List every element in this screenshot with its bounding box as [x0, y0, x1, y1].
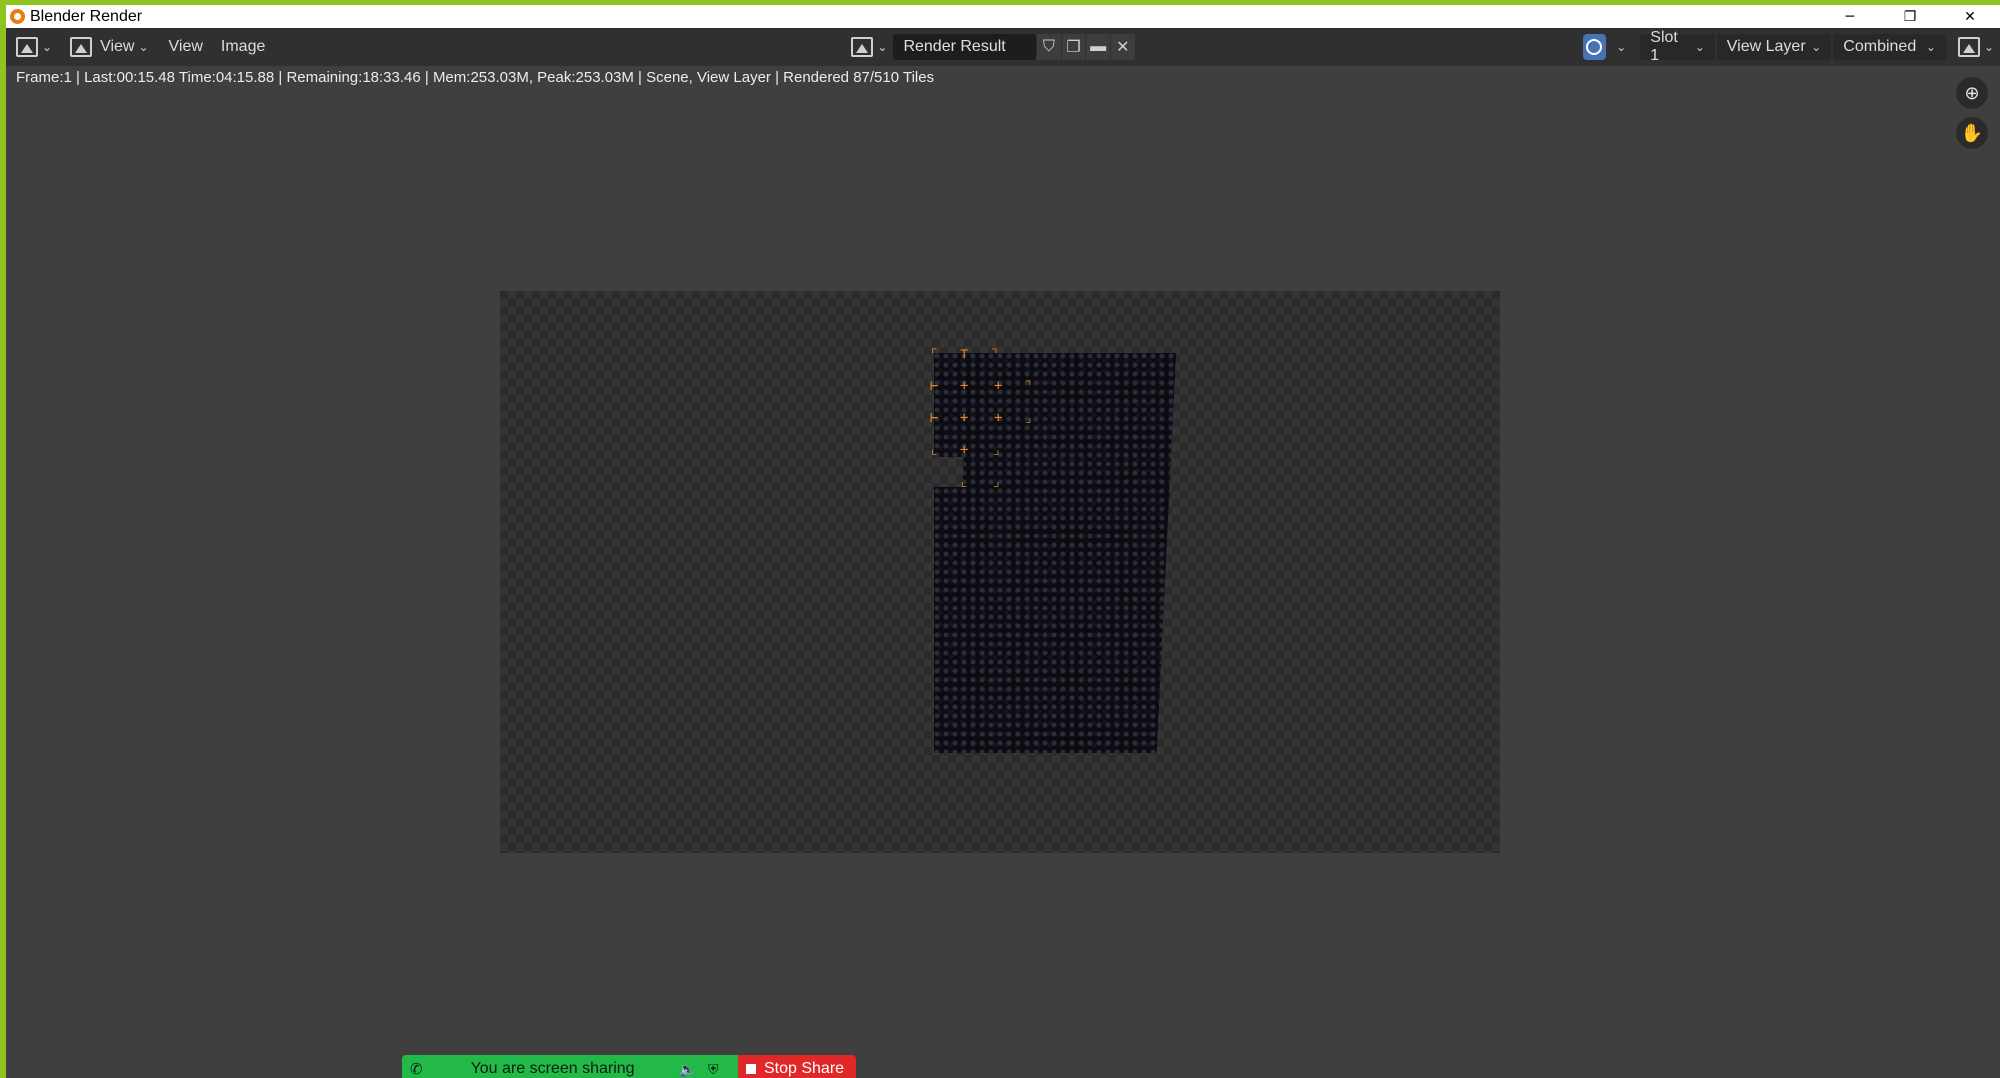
image-browse-icon	[851, 37, 874, 57]
chevron-down-icon: ⌄	[1811, 40, 1822, 54]
tile-marker: ⌟	[992, 442, 1001, 458]
tile-marker: ⌝	[990, 346, 999, 362]
tile-marker: ⌟	[992, 474, 1001, 490]
tile-marker: +	[994, 378, 1003, 394]
stop-share-button[interactable]: Stop Share	[738, 1055, 856, 1078]
render-pass-label: Combined	[1843, 38, 1917, 55]
image-editor-header: ⌄ View ⌄ View Image ⌄ Render Result ⛉ ❐ …	[6, 28, 2000, 66]
blender-window: Blender Render ─ ❐ ✕ ⌄ View ⌄ View Image…	[6, 5, 2000, 1078]
slot-dropdown[interactable]: Slot 1 ⌄	[1640, 29, 1715, 64]
image-view-icon	[70, 37, 93, 57]
chevron-down-icon: ⌄	[138, 40, 149, 54]
render-info-text: Frame:1 | Last:00:15.48 Time:04:15.88 | …	[16, 69, 935, 86]
slot-label: Slot 1	[1650, 29, 1678, 64]
tile-marker: +	[960, 378, 969, 394]
display-channels-button[interactable]: ⌄	[1952, 34, 2000, 60]
tile-marker: +	[960, 410, 969, 426]
window-controls: ─ ❐ ✕	[1820, 5, 2000, 28]
view-mode-dropdown[interactable]: View ⌄	[64, 34, 154, 60]
tile-marker: ⌟	[1024, 410, 1033, 426]
chevron-down-icon: ⌄	[1925, 40, 1936, 54]
close-button[interactable]: ✕	[1940, 5, 2000, 28]
chevron-down-icon: ⌄	[1616, 40, 1627, 54]
render-canvas[interactable]: ⌜ ⊤ ⌝ ⊢ + + ⌝ ⊢ + + ⌟ ⌞ + ⌟ ⌞ ⌟	[500, 291, 1500, 853]
view-mode-label: View	[100, 38, 135, 55]
image-name-field[interactable]: Render Result	[893, 34, 1037, 60]
render-result-image	[934, 353, 1176, 753]
overlay-icon	[1586, 39, 1603, 55]
pan-hand-icon[interactable]: ✋	[1956, 117, 1988, 149]
tile-marker: ⊢	[930, 410, 939, 426]
security-shield-icon[interactable]: ⛨	[708, 1061, 719, 1078]
screen-share-status[interactable]: ✆ You are screen sharing 🔈 ⛨	[402, 1055, 738, 1078]
open-image-folder-icon[interactable]: ▬	[1086, 34, 1110, 60]
display-channels-icon	[1957, 37, 1980, 57]
chevron-down-icon: ⌄	[42, 40, 53, 54]
chevron-down-icon: ⌄	[1694, 40, 1705, 54]
menu-view[interactable]: View	[163, 34, 209, 60]
phone-icon: ✆	[410, 1061, 423, 1078]
duplicate-image-icon[interactable]: ❐	[1061, 34, 1086, 60]
tile-marker: ⊢	[930, 378, 939, 394]
speaker-icon[interactable]: 🔈	[679, 1061, 696, 1078]
render-pass-dropdown[interactable]: Combined ⌄	[1833, 34, 1946, 60]
tile-marker: +	[960, 442, 969, 458]
tile-marker: ⊤	[960, 346, 969, 362]
tile-marker: ⌝	[1024, 378, 1033, 394]
title-bar: Blender Render ─ ❐ ✕	[6, 5, 2000, 28]
stop-square-icon	[746, 1064, 756, 1074]
chevron-down-icon: ⌄	[877, 40, 888, 54]
unlink-image-icon[interactable]: ✕	[1110, 34, 1135, 60]
tile-marker: ⌞	[930, 442, 939, 458]
view-layer-dropdown[interactable]: View Layer ⌄	[1716, 34, 1832, 60]
overlay-options-dropdown[interactable]: ⌄	[1606, 34, 1632, 60]
tile-marker: ⌞	[960, 474, 969, 490]
overlays-toggle-button[interactable]	[1582, 34, 1607, 60]
stop-share-label: Stop Share	[764, 1060, 845, 1077]
image-editor-icon	[16, 37, 38, 57]
chevron-down-icon: ⌄	[1983, 40, 1995, 54]
screen-share-bar: ✆ You are screen sharing 🔈 ⛨ Stop Share	[402, 1055, 856, 1078]
screen-share-message: You are screen sharing	[470, 1060, 635, 1077]
window-title: Blender Render	[30, 7, 143, 25]
zoom-icon[interactable]: ⊕	[1956, 77, 1988, 109]
tile-marker: +	[994, 410, 1003, 426]
image-browse-button[interactable]: ⌄	[845, 34, 893, 60]
restore-button[interactable]: ❐	[1880, 5, 1940, 28]
view-layer-label: View Layer	[1726, 38, 1806, 55]
fake-user-shield-icon[interactable]: ⛉	[1037, 34, 1061, 60]
blender-logo-icon	[10, 9, 25, 24]
menu-image[interactable]: Image	[215, 34, 271, 60]
minimize-button[interactable]: ─	[1820, 5, 1880, 28]
editor-type-button[interactable]: ⌄	[10, 34, 58, 60]
tile-marker: ⌜	[930, 346, 939, 362]
